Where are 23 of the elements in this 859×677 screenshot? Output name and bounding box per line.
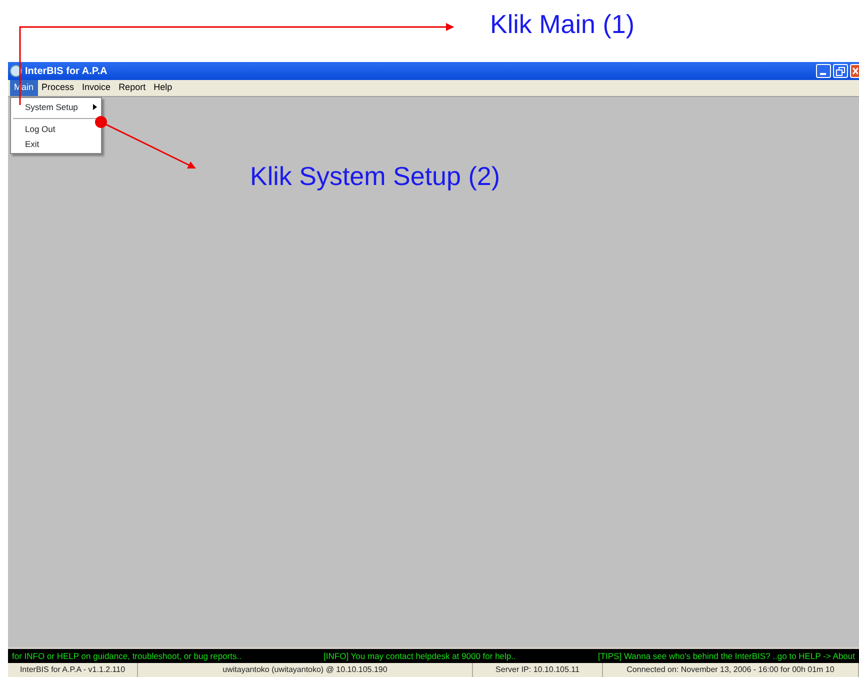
ticker-message: for INFO or HELP on guidance, troubleshoot, or bug reports.. [12, 650, 242, 662]
minimize-button[interactable] [816, 64, 831, 78]
close-icon [852, 67, 858, 75]
menu-item[interactable]: System Setup [11, 100, 101, 115]
menu-item[interactable]: Report [114, 80, 150, 96]
ticker-message: [TIPS] Wanna see who's behind the InterBIS? ..go to HELP -> About [598, 650, 855, 662]
menu-item[interactable]: Log Out [11, 122, 101, 136]
menu-item[interactable]: Exit [11, 136, 101, 152]
ticker-message: [INFO] You may contact helpdesk at 9000 for help.. [324, 650, 516, 662]
menu-item[interactable]: Invoice [78, 80, 115, 96]
annotation-label: Klik System Setup (2) [250, 163, 500, 189]
annotation-label: Klik Main (1) [490, 11, 634, 37]
close-button[interactable] [850, 64, 859, 78]
status-text: Server IP: 10.10.105.11 [473, 663, 603, 677]
status-text: uwitayantoko (uwitayantoko) @ 10.10.105.190 [138, 663, 473, 677]
restore-icon [836, 66, 845, 76]
window-title: InterBIS for A.P.A [25, 64, 108, 78]
submenu-arrow-icon [93, 104, 97, 110]
status-text: InterBIS for A.P.A - v1.1.2.110 [8, 663, 138, 677]
restore-button[interactable] [833, 64, 848, 78]
menu-item[interactable]: Help [150, 80, 176, 96]
menu-item[interactable]: Process [38, 80, 78, 96]
status-text: Connected on: November 13, 2006 - 16:00 for 00h 01m 10 [603, 663, 859, 677]
